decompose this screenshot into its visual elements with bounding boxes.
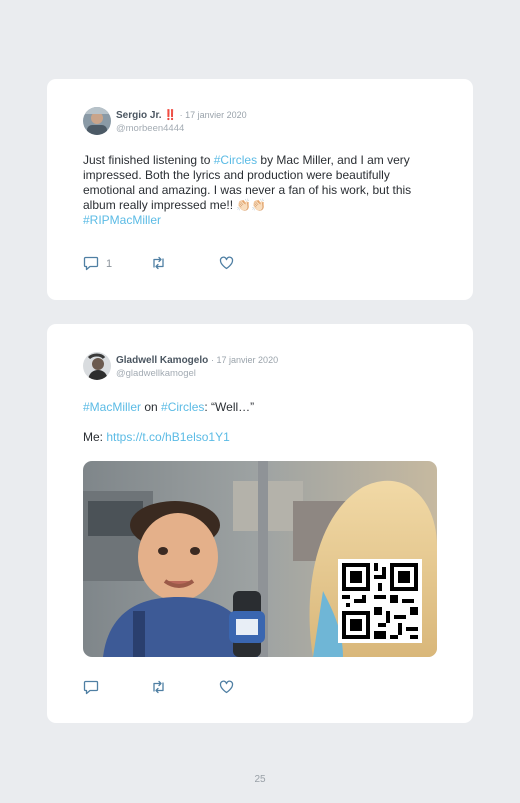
hashtag-link[interactable]: #RIPMacMiller <box>83 213 161 227</box>
avatar[interactable] <box>83 352 111 380</box>
hashtag-link[interactable]: #Circles <box>214 153 257 167</box>
retweet-button[interactable] <box>150 256 167 270</box>
tweet-date[interactable]: · 17 janvier 2020 <box>180 110 247 120</box>
author-handle[interactable]: @gladwellkamogel <box>116 367 278 380</box>
clap-emoji: 👏🏻👏🏻 <box>236 198 267 212</box>
tweet-header: Sergio Jr. ‼️ · 17 janvier 2020 @morbeen… <box>116 109 247 135</box>
reply-button[interactable] <box>83 680 99 695</box>
like-icon <box>219 680 234 694</box>
like-button[interactable] <box>219 256 234 270</box>
reply-icon <box>83 680 99 695</box>
tweet-text: Just finished listening to #Circles by M… <box>83 153 443 228</box>
tweet-text: #MacMiller on #Circles: “Well…” <box>83 400 443 415</box>
tweet-date[interactable]: · 17 janvier 2020 <box>211 355 278 365</box>
tweet-card: Gladwell Kamogelo · 17 janvier 2020 @gla… <box>47 324 473 723</box>
tweet-header: Gladwell Kamogelo · 17 janvier 2020 @gla… <box>116 354 278 380</box>
tweet-text-part: on <box>141 400 162 414</box>
tweet-text-part: Me: <box>83 430 107 444</box>
reply-count: 1 <box>106 257 113 270</box>
tweet-link[interactable]: https://t.co/hB1elso1Y1 <box>106 430 229 444</box>
tweet-text-part: : “Well…” <box>204 400 255 414</box>
retweet-icon <box>153 680 164 694</box>
page-number: 25 <box>254 774 266 785</box>
author-handle[interactable]: @morbeen4444 <box>116 122 247 135</box>
reply-icon <box>83 256 99 271</box>
reply-button[interactable]: 1 <box>83 256 112 271</box>
tweet-media-image[interactable] <box>83 461 437 657</box>
like-icon <box>219 256 234 270</box>
qr-code[interactable] <box>338 559 422 643</box>
hashtag-link[interactable]: #Circles <box>161 400 204 414</box>
retweet-icon <box>153 256 164 270</box>
author-name[interactable]: Sergio Jr. ‼️ <box>116 110 177 121</box>
tweet-text-part: Just finished listening to <box>83 153 214 167</box>
like-button[interactable] <box>219 680 234 694</box>
author-name[interactable]: Gladwell Kamogelo <box>116 355 208 366</box>
tweet-card: Sergio Jr. ‼️ · 17 janvier 2020 @morbeen… <box>47 79 473 300</box>
tweet-text: Me: https://t.co/hB1elso1Y1 <box>83 430 443 445</box>
retweet-button[interactable] <box>150 680 167 694</box>
hashtag-link[interactable]: #MacMiller <box>83 400 141 414</box>
avatar[interactable] <box>83 107 111 135</box>
